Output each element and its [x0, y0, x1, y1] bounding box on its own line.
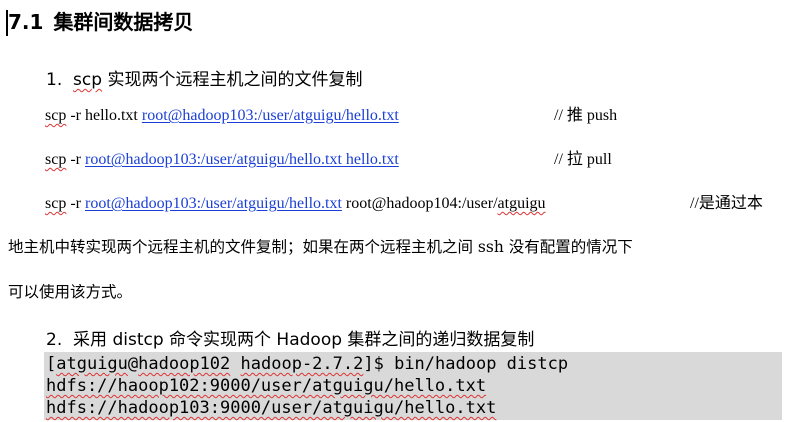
scp-command: scp — [45, 195, 67, 212]
scp-relay-line: scp -r root@hadoop103:/user/atguigu/hell… — [45, 192, 546, 216]
push-comment: // 推 push — [554, 107, 618, 124]
scp-command: scp — [45, 107, 67, 124]
prompt-host: hadoop102 — [138, 354, 231, 374]
prompt-user: atguigu — [56, 354, 128, 374]
scp-options: -r hello.txt — [66, 107, 142, 124]
code-line-1: [atguigu@hadoop102 hadoop-2.7.2]$ bin/ha… — [46, 354, 569, 374]
scp-push-line: scp -r hello.txt root@hadoop103:/user/at… — [45, 104, 399, 128]
scp-pull-line: scp -r root@hadoop103:/user/atguigu/hell… — [45, 148, 399, 172]
scp-push-link[interactable]: root@hadoop103:/user/atguigu/hello.txt — [142, 107, 399, 124]
subheading-distcp-text: 采用 distcp 命令实现两个 Hadoop 集群之间的递归数据复制 — [73, 330, 535, 350]
paragraph-line-1: 地主机中转实现两个远程主机的文件复制；如果在两个远程主机之间 ssh 没有配置的… — [8, 238, 633, 256]
scp-pull-link[interactable]: root@hadoop103:/user/atguigu/hello.txt h… — [85, 151, 399, 168]
pull-comment: // 拉 pull — [554, 151, 612, 168]
section-number: 7.1 — [8, 10, 44, 34]
subheading-number: 2. — [46, 330, 63, 350]
subheading-scp-keyword: scp — [73, 70, 103, 90]
scp-command: scp — [45, 151, 67, 168]
subheading-scp-text: 实现两个远程主机之间的文件复制 — [102, 70, 363, 90]
scp-relay-destination-user: atguigu — [497, 195, 546, 212]
prompt-dir: hadoop-2.7.2 — [240, 354, 364, 374]
scp-relay-link[interactable]: root@hadoop103:/user/atguigu/hello.txt — [85, 195, 342, 212]
code-line-3: hdfs://hadoop103:9000/user/atguigu/hello… — [46, 398, 497, 418]
distcp-command: $ bin/hadoop distcp — [373, 354, 569, 374]
subheading-scp: 1. scp 实现两个远程主机之间的文件复制 — [46, 68, 362, 92]
relay-comment: //是通过本 — [690, 195, 763, 212]
code-line-2: hdfs://haoop102:9000/user/atguigu/hello.… — [46, 376, 487, 396]
scp-options: -r — [66, 151, 85, 168]
scp-options: -r — [66, 195, 85, 212]
section-title: 集群间数据拷贝 — [53, 10, 194, 34]
subheading-distcp: 2. 采用 distcp 命令实现两个 Hadoop 集群之间的递归数据复制 — [46, 328, 534, 352]
subheading-number: 1. — [46, 70, 63, 90]
paragraph-line-2: 可以使用该方式。 — [8, 283, 133, 301]
scp-relay-destination: root@hadoop104:/user/ — [341, 195, 498, 212]
section-heading: 7.1 集群间数据拷贝 — [8, 6, 193, 38]
